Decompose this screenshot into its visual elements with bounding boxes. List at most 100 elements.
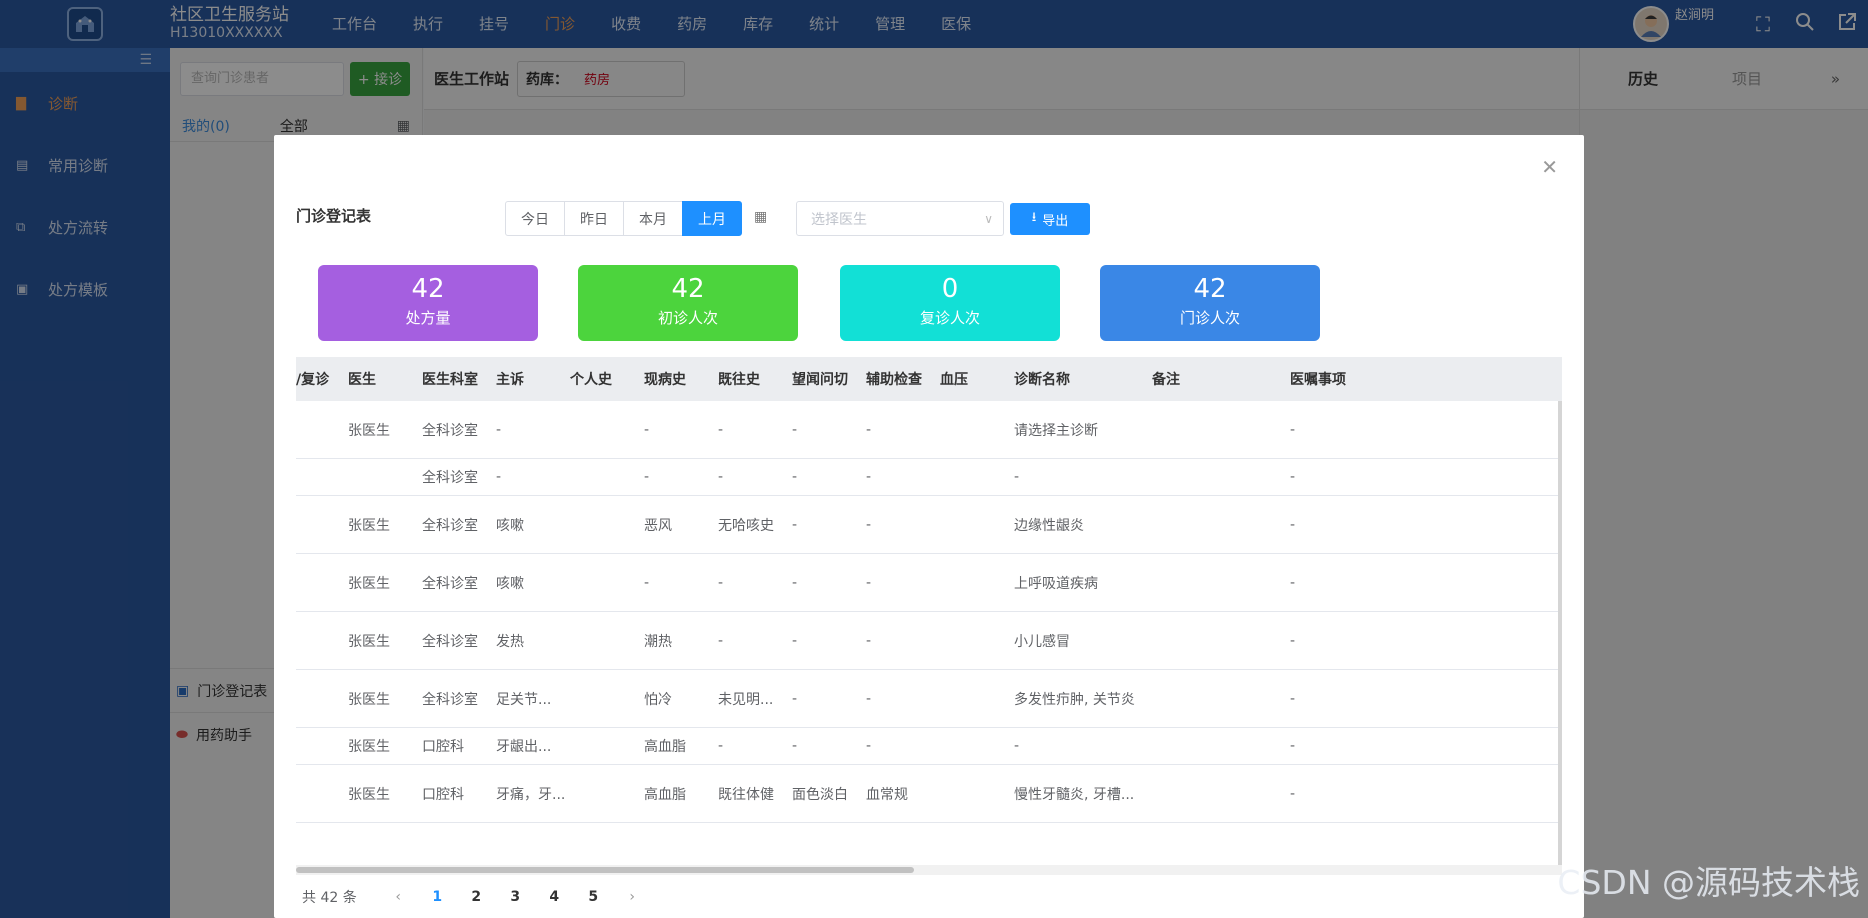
table-cell: - <box>866 469 872 485</box>
stat-value: 42 <box>411 274 445 304</box>
table-cell: 发热 <box>496 633 524 650</box>
table-cell: - <box>644 574 650 591</box>
doctor-select-placeholder: 选择医生 <box>811 211 867 228</box>
page-5[interactable]: 5 <box>574 889 613 905</box>
table-cell: - <box>866 690 872 707</box>
table-cell: 张医生 <box>348 739 390 755</box>
export-button[interactable]: ⭳ 导出 <box>1010 203 1090 235</box>
table-cell: - <box>496 421 502 438</box>
prev-page-icon[interactable]: ‹ <box>379 889 418 905</box>
table-row[interactable]: 张医生 全科诊室 咳嗽 - - - - 上呼吸道疾病 - <box>296 554 1562 612</box>
table-cell: - <box>792 574 798 591</box>
range-yesterday-button[interactable]: 昨日 <box>564 201 624 236</box>
table-cell: - <box>792 738 798 754</box>
download-icon: ⭳ <box>1031 210 1037 225</box>
table-row[interactable]: 张医生 全科诊室 - - - - - 请选择主诊断 - <box>296 401 1562 459</box>
export-label: 导出 <box>1042 213 1069 229</box>
page-4[interactable]: 4 <box>535 889 574 905</box>
column-header: 医生科室 <box>422 372 478 388</box>
table-cell: - <box>792 632 798 649</box>
table-cell: 全科诊室 <box>422 575 478 592</box>
table-cell: 请选择主诊断 <box>1014 422 1098 439</box>
range-this-month-button[interactable]: 本月 <box>623 201 683 236</box>
table-row[interactable]: 张医生 全科诊室 发热 潮热 - - - 小儿感冒 - <box>296 612 1562 670</box>
registration-modal: ✕ 门诊登记表 今日 昨日 本月 上月 ▦ 选择医生 ∨ ⭳ 导出 42 处方量… <box>274 135 1584 918</box>
table-cell: 未见明... <box>718 691 774 708</box>
calendar-icon[interactable]: ▦ <box>754 209 767 225</box>
table-row[interactable]: 张医生 全科诊室 足关节... 怕冷 未见明... - - 多发性疖肿, 关节炎 - <box>296 670 1562 728</box>
table-cell: - <box>644 421 650 438</box>
table-cell: 多发性疖肿, 关节炎 <box>1014 691 1135 708</box>
table-cell: - <box>1290 785 1296 802</box>
table-cell: - <box>1014 469 1020 485</box>
page-2[interactable]: 2 <box>457 889 496 905</box>
column-header: 主诉 <box>496 372 524 388</box>
table-cell: 既往体健 <box>718 786 774 803</box>
table-cell: - <box>718 574 724 591</box>
table-body: 张医生 全科诊室 - - - - - 请选择主诊断 - 全科诊室 - - - - - - - 张医生 全科诊室 咳嗽恶… <box>296 401 1562 823</box>
table-cell: - <box>718 738 724 754</box>
table-cell: 上呼吸道疾病 <box>1014 575 1098 592</box>
table-cell: - <box>1290 574 1296 591</box>
table-cell: 小儿感冒 <box>1014 633 1070 650</box>
table-row[interactable]: 张医生 口腔科 牙痛，牙... 高血脂 既往体健 面色淡白 血常规 慢性牙髓炎, 牙槽... - <box>296 765 1562 823</box>
column-header: 血压 <box>940 372 968 388</box>
table-cell: 张医生 <box>348 633 390 650</box>
stat-label: 初诊人次 <box>657 309 718 327</box>
table-cell: - <box>792 516 798 533</box>
table-cell: 全科诊室 <box>422 422 478 439</box>
range-today-button[interactable]: 今日 <box>505 201 565 236</box>
table-cell: 血常规 <box>866 786 908 803</box>
stat-card-return-visits: 0 复诊人次 <box>840 265 1060 341</box>
table-cell: - <box>1290 738 1296 754</box>
table-cell: 慢性牙髓炎, 牙槽... <box>1014 786 1135 803</box>
table-cell: - <box>866 632 872 649</box>
stat-label: 门诊人次 <box>1179 309 1240 327</box>
registration-table: /复诊 医生 医生科室 主诉 个人史 现病史 既往史 望闻问切 辅助检查 血压 诊断名称 备注 医嘱事项… <box>296 357 1562 875</box>
close-icon[interactable]: ✕ <box>1541 155 1558 179</box>
table-cell: 张医生 <box>348 786 390 803</box>
stat-card-prescriptions: 42 处方量 <box>318 265 538 341</box>
table-cell: 全科诊室 <box>422 517 478 534</box>
stat-card-first-visits: 42 初诊人次 <box>578 265 798 341</box>
table-cell: 口腔科 <box>422 786 464 803</box>
table-cell: - <box>866 574 872 591</box>
vertical-scrollbar[interactable] <box>1558 401 1562 875</box>
table-cell: 全科诊室 <box>422 691 478 708</box>
date-range-group: 今日 昨日 本月 上月 <box>505 201 742 236</box>
column-header: 个人史 <box>570 372 612 388</box>
table-cell: 恶风 <box>644 517 672 534</box>
stat-value: 0 <box>941 274 959 304</box>
page-3[interactable]: 3 <box>496 889 535 905</box>
pagination-total: 共 42 条 <box>302 890 357 906</box>
horizontal-scrollbar[interactable] <box>296 865 1562 875</box>
table-row[interactable]: 张医生 口腔科 牙龈出... 高血脂 - - - - - <box>296 728 1562 765</box>
column-header: 医嘱事项 <box>1290 372 1346 388</box>
column-header: /复诊 <box>296 372 330 388</box>
table-cell: - <box>792 421 798 438</box>
page-1[interactable]: 1 <box>418 889 457 905</box>
doctor-select[interactable]: 选择医生 ∨ <box>796 201 1004 236</box>
table-cell: - <box>1290 516 1296 533</box>
table-row[interactable]: 全科诊室 - - - - - - - <box>296 459 1562 496</box>
next-page-icon[interactable]: › <box>613 889 652 905</box>
table-cell: 高血脂 <box>644 739 686 755</box>
column-header: 望闻问切 <box>792 372 848 388</box>
table-header: /复诊 医生 医生科室 主诉 个人史 现病史 既往史 望闻问切 辅助检查 血压 诊断名称 备注 医嘱事项 <box>296 357 1562 401</box>
table-cell: 咳嗽 <box>496 517 524 534</box>
table-cell: - <box>1014 738 1020 754</box>
table-cell: 张医生 <box>348 422 390 439</box>
table-cell: - <box>718 421 724 438</box>
column-header: 备注 <box>1152 372 1180 388</box>
table-row[interactable]: 张医生 全科诊室 咳嗽 恶风 无哈咳史 - - 边缘性龈炎 - <box>296 496 1562 554</box>
chevron-down-icon: ∨ <box>984 211 993 226</box>
modal-title: 门诊登记表 <box>296 207 372 225</box>
table-cell: - <box>1290 421 1296 438</box>
table-cell: 足关节... <box>496 691 552 708</box>
range-last-month-button[interactable]: 上月 <box>682 201 742 236</box>
table-cell: - <box>1290 469 1296 485</box>
column-header: 诊断名称 <box>1014 372 1070 388</box>
table-cell: 牙龈出... <box>496 739 552 755</box>
column-header: 医生 <box>348 372 376 388</box>
stat-label: 复诊人次 <box>919 309 980 327</box>
